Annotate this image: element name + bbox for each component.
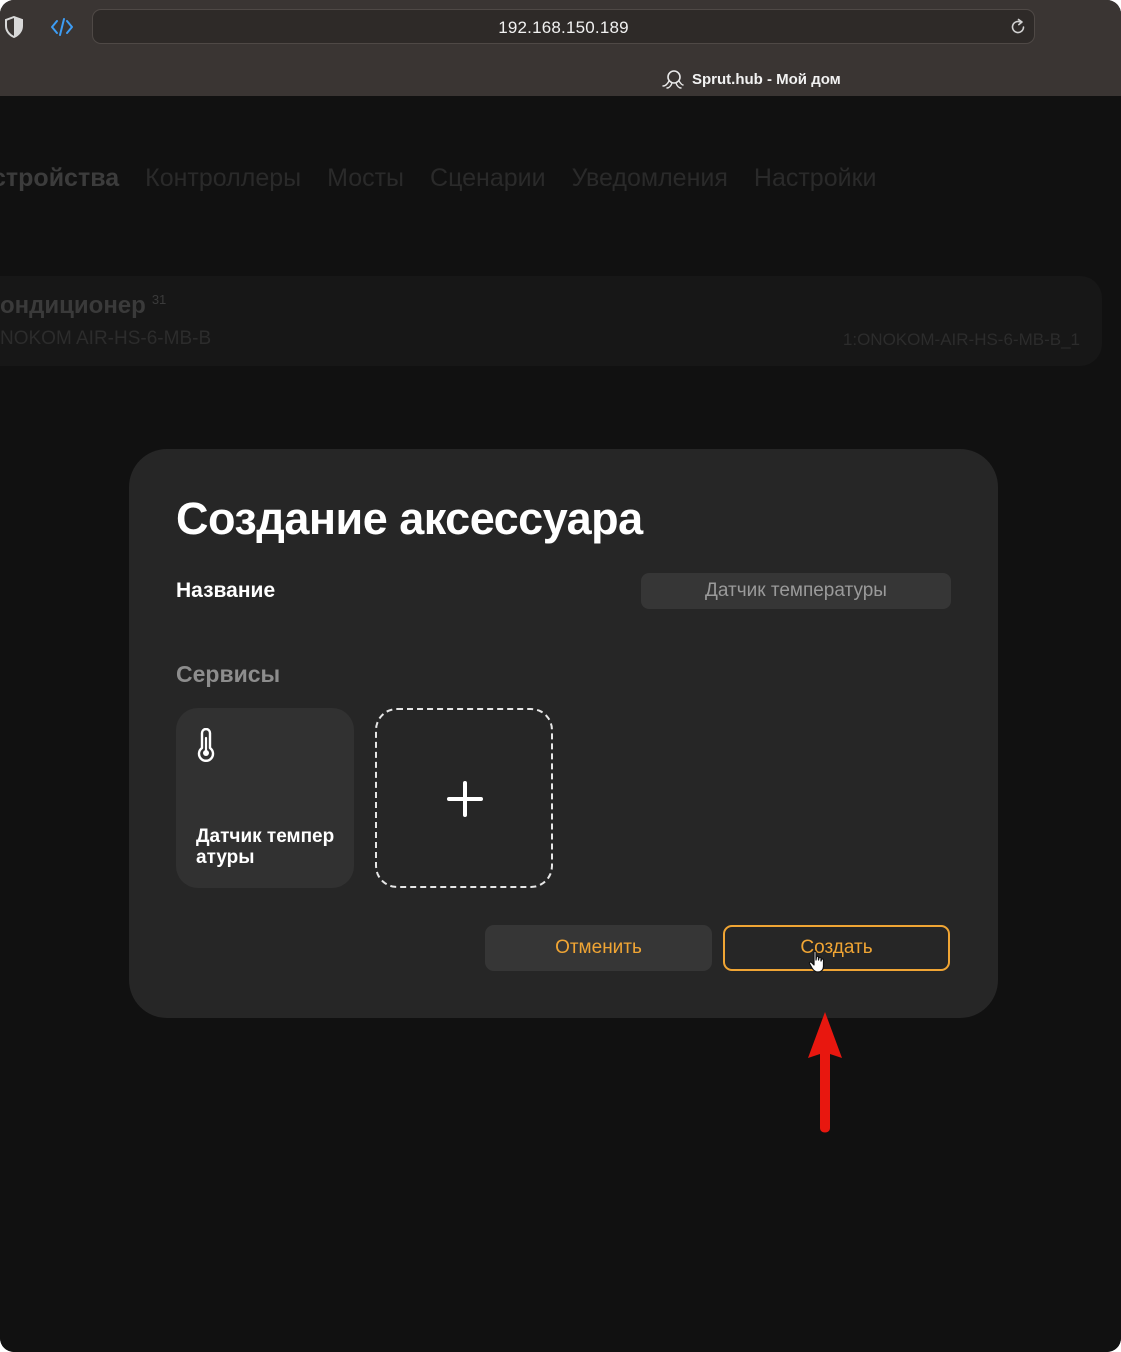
- device-name-text: ондиционер: [0, 292, 146, 319]
- shield-icon[interactable]: [4, 16, 24, 38]
- hand-cursor-icon: [808, 950, 825, 973]
- nav-item-bridges[interactable]: Мосты: [327, 164, 404, 193]
- device-id: 1:ONOKOM-AIR-HS-6-MB-B_1: [842, 330, 1080, 349]
- plus-icon: [447, 781, 483, 817]
- nav-item-scenarios[interactable]: Сценарии: [430, 164, 546, 193]
- browser-toolbar: 192.168.150.189 Sprut.hub - Мой дом: [0, 0, 1121, 96]
- nav-item-notifications[interactable]: Уведомления: [572, 164, 728, 193]
- dialog-title: Создание аксессуара: [176, 493, 643, 544]
- nav-item-controllers[interactable]: Контроллеры: [145, 164, 301, 193]
- create-button[interactable]: Создать: [723, 925, 950, 971]
- service-name: Датчик температуры: [196, 826, 335, 868]
- device-card[interactable]: ондиционер 31 NOKOM AIR-HS-6-MB-B 1:ONOKO…: [0, 276, 1102, 366]
- service-tile-temperature[interactable]: Датчик температуры: [176, 708, 354, 888]
- main-nav: стройства Контроллеры Мосты Сценарии Уве…: [0, 164, 876, 193]
- reload-icon[interactable]: [1008, 17, 1028, 37]
- create-accessory-dialog: Создание аксессуара Название Сервисы Дат…: [129, 449, 998, 1018]
- annotation-arrow-icon: [808, 1012, 842, 1133]
- browser-window: 192.168.150.189 Sprut.hub - Мой дом стро…: [0, 0, 1121, 1352]
- cancel-button[interactable]: Отменить: [485, 925, 712, 971]
- octopus-logo-icon: [662, 70, 684, 89]
- url-text: 192.168.150.189: [498, 18, 629, 37]
- browser-tab[interactable]: Sprut.hub - Мой дом: [662, 66, 841, 92]
- name-input[interactable]: [641, 573, 951, 609]
- add-service-button[interactable]: [375, 708, 553, 888]
- thermometer-icon: [197, 728, 215, 762]
- device-name: ондиционер 31: [0, 292, 166, 320]
- device-model: NOKOM AIR-HS-6-MB-B: [0, 328, 212, 349]
- services-label: Сервисы: [176, 661, 281, 687]
- address-bar[interactable]: 192.168.150.189: [92, 9, 1035, 44]
- tab-title: Sprut.hub - Мой дом: [692, 70, 841, 88]
- code-icon[interactable]: [50, 16, 74, 38]
- nav-item-settings[interactable]: Настройки: [754, 164, 877, 193]
- device-count: 31: [151, 292, 167, 307]
- nav-item-devices[interactable]: стройства: [0, 164, 119, 193]
- name-label: Название: [176, 579, 276, 602]
